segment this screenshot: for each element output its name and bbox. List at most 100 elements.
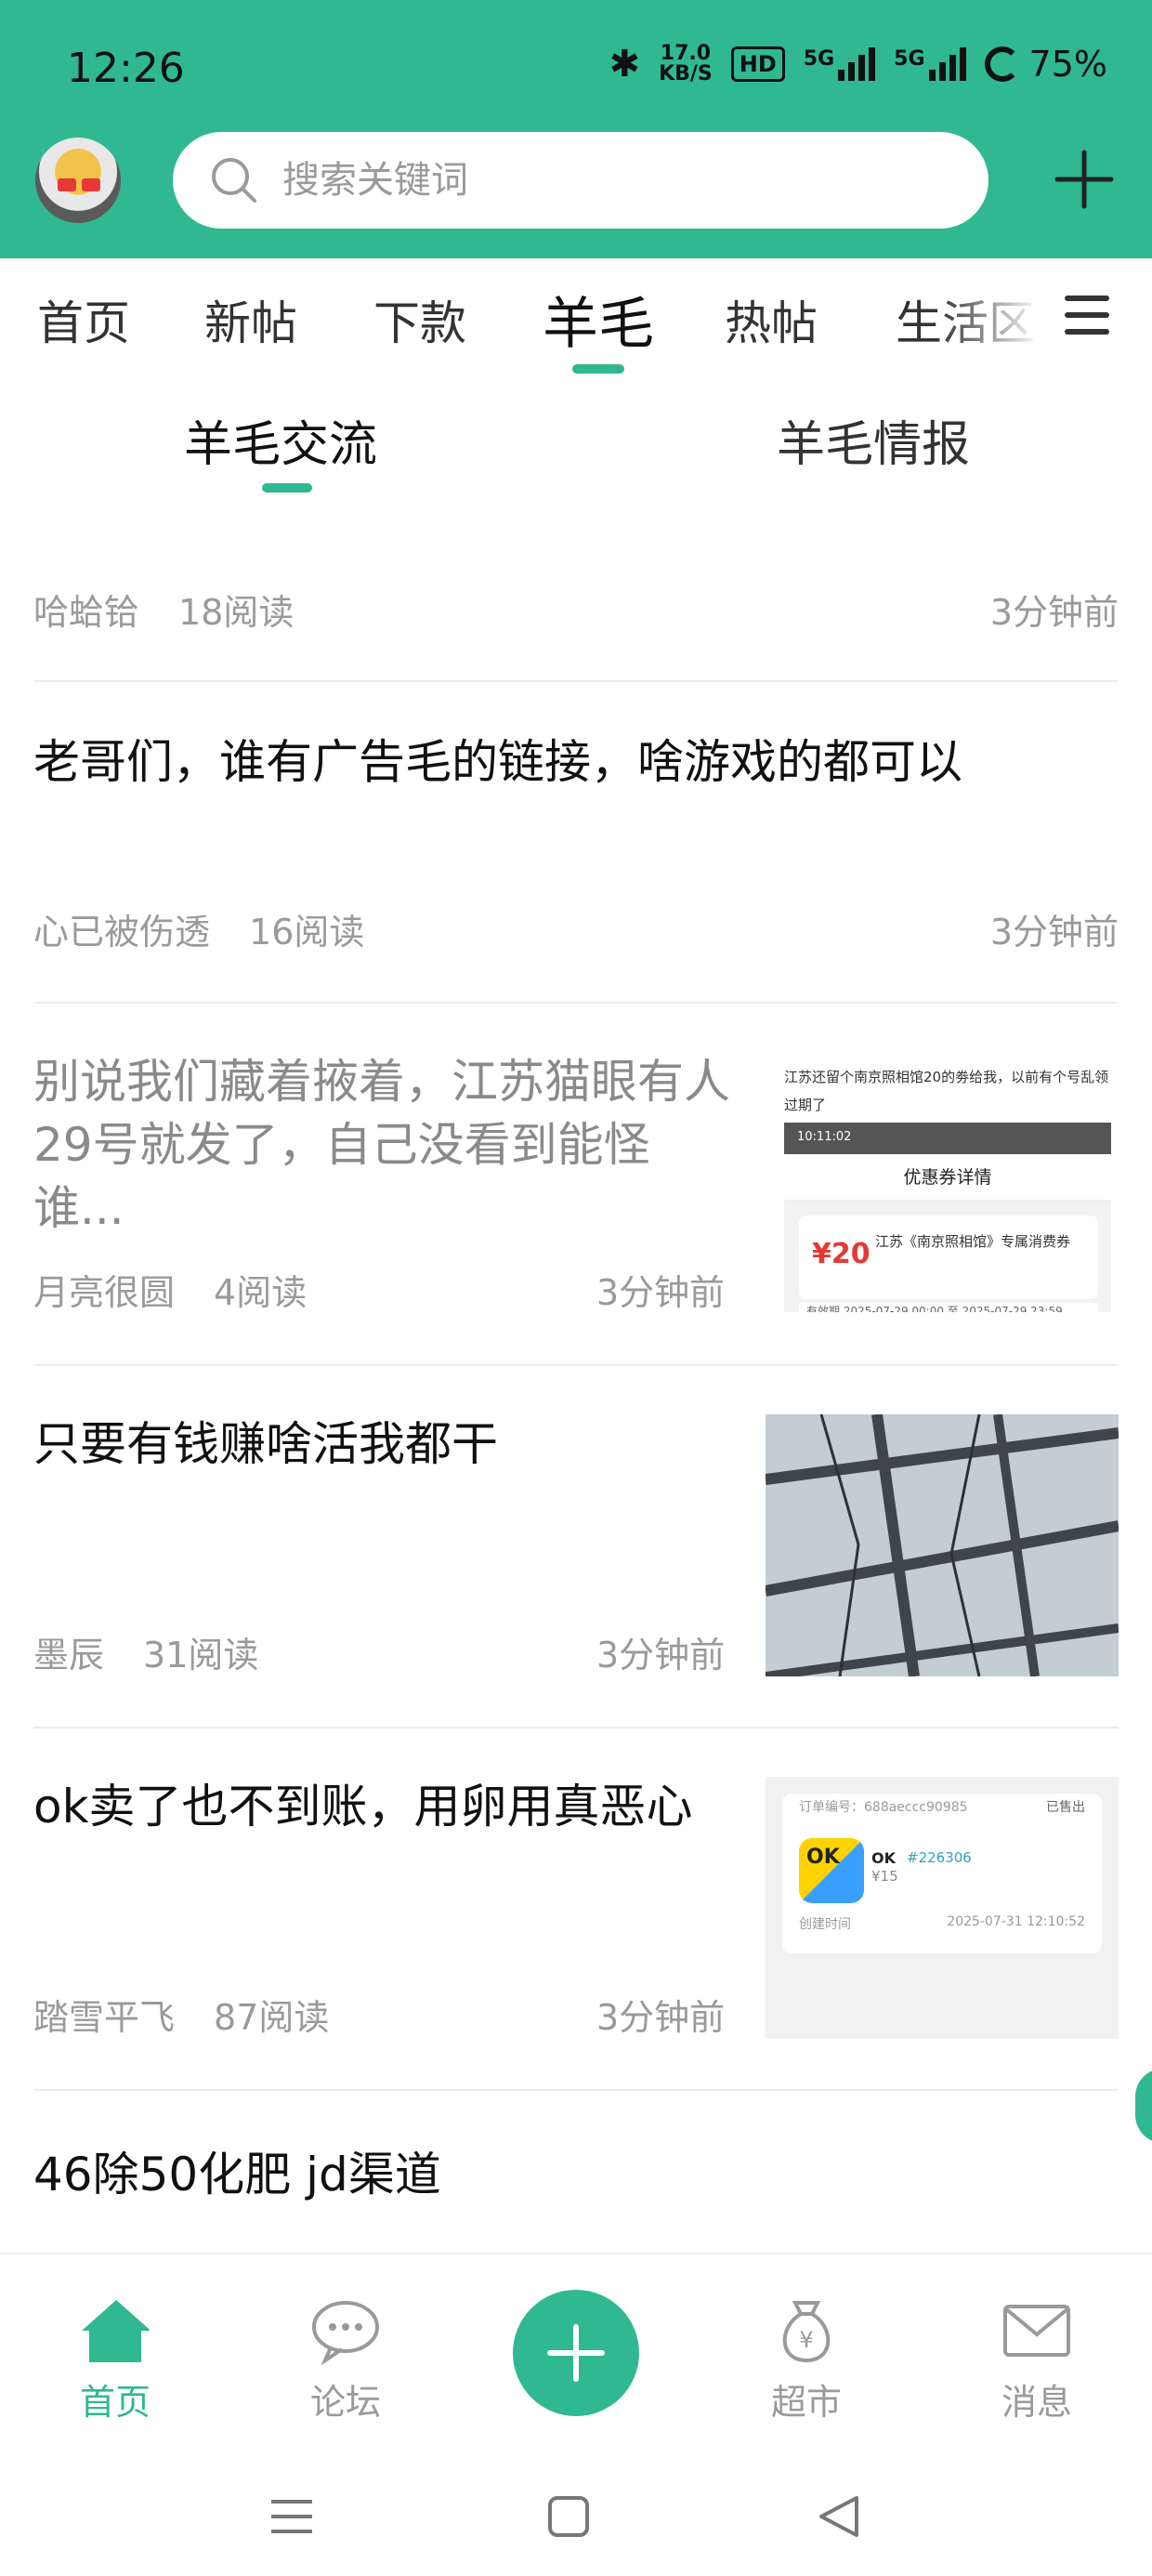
tab-new[interactable]: 新帖 <box>204 286 297 353</box>
system-nav-bar <box>0 2455 1152 2576</box>
coupon-amount: ¥20 <box>812 1238 871 1270</box>
chat-bubble-icon <box>312 2301 379 2366</box>
subtab-wool-exchange[interactable]: 羊毛交流 <box>184 405 377 475</box>
bluetooth-icon: ✱ <box>609 43 641 85</box>
post-author: 月亮很圆 <box>33 1272 176 1313</box>
active-tab-indicator <box>572 364 624 374</box>
signal-icon-2: 5G <box>894 47 966 81</box>
avatar[interactable] <box>35 138 121 223</box>
post-author: 墨辰 <box>33 1635 105 1676</box>
post-author: 踏雪平飞 <box>33 1997 176 2038</box>
top-header: 12:26 ✱ 17.0 KB/S HD 5G 5G 75% <box>0 0 1152 258</box>
list-item[interactable]: 老哥们，谁有广告毛的链接，啥游戏的都可以 心已被伤透 16阅读 3分钟前 <box>33 730 1119 972</box>
list-item[interactable]: 只要有钱赚啥活我都干 墨辰 31阅读 3分钟前 <box>33 1413 1119 1682</box>
post-reads: 87阅读 <box>214 1997 330 2038</box>
floating-button[interactable] <box>1135 2069 1152 2143</box>
post-button[interactable] <box>513 2290 639 2416</box>
post-title: 46除50化肥 jd渠道 <box>33 2148 441 2201</box>
signal-icon: 5G <box>803 47 876 81</box>
nav-messages[interactable]: 消息 <box>972 2295 1102 2425</box>
nav-home[interactable]: 首页 <box>50 2295 180 2425</box>
tiles-photo <box>766 1414 1119 1676</box>
network-speed-value: 17.0 <box>660 42 712 65</box>
list-item[interactable]: 哈蛤铪 18阅读 3分钟前 <box>33 576 1119 660</box>
hd-badge: HD <box>730 46 785 82</box>
post-reads: 4阅读 <box>214 1272 308 1313</box>
battery-icon <box>984 46 1020 82</box>
tab-home[interactable]: 首页 <box>37 286 130 353</box>
coupon-validity: 有效期 2025-07-29 00:00 至 2025-07-29 23:59 <box>799 1303 1098 1312</box>
order-price: ¥15 <box>871 1868 898 1885</box>
post-time: 3分钟前 <box>989 912 1119 953</box>
coupon-validity-value: 2025-07-29 00:00 至 2025-07-29 23:59 <box>843 1305 1063 1312</box>
divider <box>33 1727 1119 1728</box>
tab-loan[interactable]: 下款 <box>373 286 466 353</box>
mail-icon <box>1003 2305 1070 2357</box>
post-thumbnail[interactable] <box>766 1414 1119 1676</box>
list-item[interactable]: ok卖了也不到账，用卵用真恶心 踏雪平飞 87阅读 3分钟前 订单编号：688a… <box>33 1775 1119 2044</box>
search-icon <box>212 158 256 203</box>
post-title: ok卖了也不到账，用卵用真恶心 <box>33 1780 693 1833</box>
post-author: 哈蛤铪 <box>33 592 140 633</box>
svg-text:¥: ¥ <box>799 2327 813 2353</box>
active-subtab-indicator <box>262 483 312 493</box>
divider <box>33 1364 1119 1366</box>
subtab-wool-intel[interactable]: 羊毛情报 <box>777 405 970 475</box>
post-reads: 18阅读 <box>178 592 295 633</box>
post-reads: 16阅读 <box>249 912 365 953</box>
network-speed-unit: KB/S <box>659 62 713 85</box>
nav-market-label: 超市 <box>770 2382 842 2423</box>
post-title: 老哥们，谁有广告毛的链接，啥游戏的都可以 <box>33 735 962 789</box>
nav-forum[interactable]: 论坛 <box>281 2295 411 2425</box>
order-created-label: 创建时间 <box>799 1917 851 1932</box>
tab-hot[interactable]: 热帖 <box>725 286 818 353</box>
order-number: 订单编号：688aeccc90985 <box>799 1800 968 1815</box>
divider <box>33 1002 1119 1004</box>
order-created-time: 2025-07-31 12:10:52 <box>947 1914 1085 1929</box>
status-time: 12:26 <box>67 45 185 92</box>
ok-app-icon: OK <box>799 1838 864 1903</box>
tab-wool[interactable]: 羊毛 <box>543 279 654 360</box>
battery-level: 75% <box>1028 44 1107 85</box>
recent-apps-icon[interactable] <box>264 2489 320 2544</box>
post-time: 3分钟前 <box>989 592 1119 633</box>
divider <box>33 680 1119 682</box>
thumbnail-status-time: 10:11:02 <box>784 1123 1111 1154</box>
signal-label: 5G <box>803 47 835 71</box>
tabs-fade <box>938 279 1059 362</box>
battery-indicator: 75% <box>984 44 1107 85</box>
home-icon <box>82 2299 150 2362</box>
nav-market[interactable]: ¥ 超市 <box>741 2295 871 2425</box>
money-bag-icon: ¥ <box>782 2301 831 2363</box>
post-time: 3分钟前 <box>596 1635 726 1676</box>
plus-icon <box>547 2324 605 2382</box>
list-item[interactable]: 46除50化肥 jd渠道 <box>33 2143 1119 2227</box>
post-author: 心已被伤透 <box>33 912 211 953</box>
post-reads: 31阅读 <box>143 1635 259 1676</box>
coupon-validity-label: 有效期 <box>806 1305 841 1312</box>
nav-messages-label: 消息 <box>1001 2382 1072 2423</box>
back-icon[interactable] <box>812 2489 868 2544</box>
order-status: 已售出 <box>1046 1800 1085 1815</box>
menu-icon[interactable] <box>1065 296 1109 335</box>
post-time: 3分钟前 <box>596 1997 726 2038</box>
thumbnail-caption: 江苏还留个南京照相馆20的劵给我，以前有个号乱领过期了 <box>784 1069 1109 1113</box>
list-item[interactable]: 别说我们藏着掖着，江苏猫眼有人29号就发了，自己没看到能怪谁... 月亮很圆 4… <box>33 1050 1119 1320</box>
thumbnail-page-title: 优惠券详情 <box>784 1154 1111 1201</box>
post-title: 别说我们藏着掖着，江苏猫眼有人29号就发了，自己没看到能怪谁... <box>33 1055 730 1235</box>
bottom-nav: 首页 论坛 ¥ 超市 消息 <box>0 2253 1152 2455</box>
plus-icon[interactable] <box>1054 149 1115 210</box>
home-button-icon[interactable] <box>541 2489 596 2544</box>
app-screen: 12:26 ✱ 17.0 KB/S HD 5G 5G 75% 搜索关键词 首页 … <box>0 0 1152 2576</box>
network-speed: 17.0 KB/S <box>659 44 713 85</box>
order-item-code: #226306 <box>907 1849 972 1866</box>
search-input[interactable] <box>282 159 877 202</box>
status-icons: ✱ 17.0 KB/S HD 5G 5G 75% <box>609 43 1107 85</box>
order-item-name: OK <box>871 1849 896 1867</box>
post-thumbnail[interactable]: 订单编号：688aeccc90985 已售出 OK OK #226306 ¥15… <box>766 1777 1119 2039</box>
nav-home-label: 首页 <box>79 2382 151 2423</box>
post-thumbnail[interactable]: 江苏还留个南京照相馆20的劵给我，以前有个号乱领过期了 10:11:02 优惠券… <box>771 1050 1113 1312</box>
post-time: 3分钟前 <box>596 1272 726 1313</box>
search-bar[interactable] <box>173 132 988 229</box>
post-title: 只要有钱赚啥活我都干 <box>33 1417 498 1471</box>
